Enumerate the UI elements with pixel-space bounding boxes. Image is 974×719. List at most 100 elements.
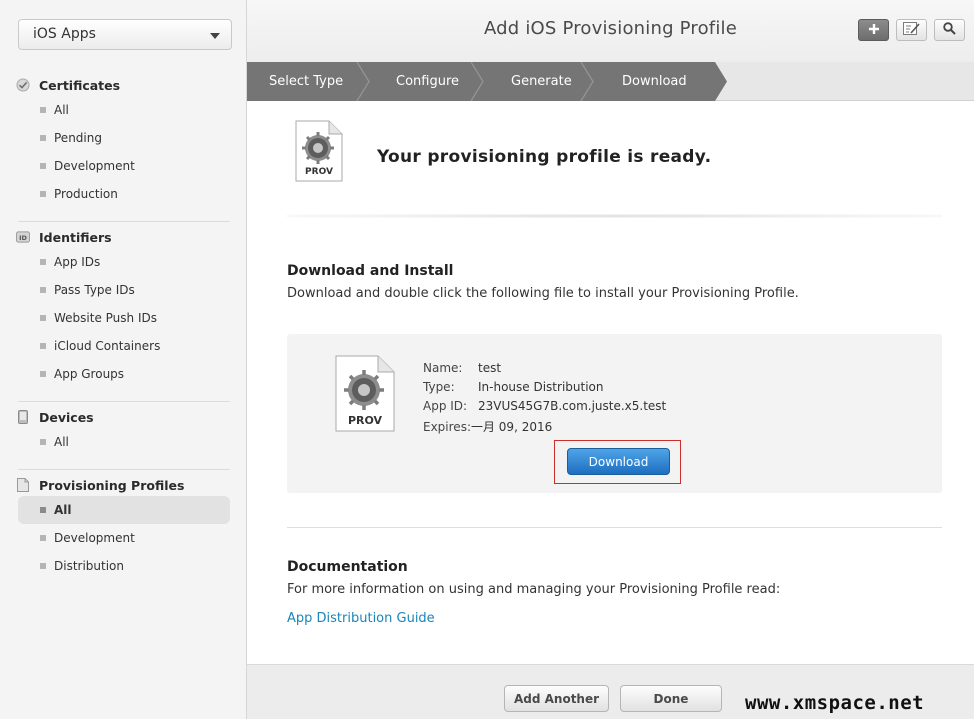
step-configure: Configure bbox=[396, 74, 460, 89]
bullet-icon bbox=[40, 135, 46, 141]
sidebar-item-label: Development bbox=[54, 531, 135, 545]
section-title: Provisioning Profiles bbox=[39, 477, 185, 493]
bullet-icon bbox=[40, 507, 46, 513]
divider bbox=[18, 401, 230, 402]
sidebar-item-profiles-all[interactable]: All bbox=[18, 496, 230, 524]
download-instructions: Download and double click the following … bbox=[287, 286, 799, 301]
watermark: www.xmspace.net bbox=[745, 692, 925, 714]
documentation-text: For more information on using and managi… bbox=[287, 582, 781, 597]
profile-appid-row: App ID: 23VUS45G7B.com.juste.x5.test bbox=[423, 399, 666, 413]
profile-name-row: Name: test bbox=[423, 361, 501, 375]
sidebar-item-label: Pending bbox=[54, 131, 102, 145]
divider bbox=[287, 527, 942, 528]
appid-label: App ID: bbox=[423, 399, 468, 413]
sidebar-item-label: All bbox=[54, 103, 69, 117]
prov-file-label: PROV bbox=[305, 167, 333, 177]
section-devices: Devices All bbox=[16, 406, 230, 456]
profile-type-row: Type: In-house Distribution bbox=[423, 380, 603, 394]
section-header: Certificates bbox=[16, 74, 230, 96]
step-divider bbox=[580, 62, 594, 101]
sidebar-item-app-ids[interactable]: App IDs bbox=[16, 248, 230, 276]
profile-expires: 一月 09, 2016 bbox=[470, 420, 553, 434]
prov-file-icon: PROV bbox=[335, 355, 395, 432]
sidebar-item-icloud-containers[interactable]: iCloud Containers bbox=[16, 332, 230, 360]
sidebar-item-devices-all[interactable]: All bbox=[16, 428, 230, 456]
prov-file-icon: PROV bbox=[295, 120, 343, 182]
sidebar-item-production[interactable]: Production bbox=[16, 180, 230, 208]
prov-file-label: PROV bbox=[347, 414, 383, 427]
sidebar-item-certificates-all[interactable]: All bbox=[16, 96, 230, 124]
edit-icon bbox=[902, 22, 921, 38]
add-button[interactable] bbox=[858, 19, 889, 41]
type-label: Type: bbox=[423, 380, 455, 394]
step-divider bbox=[470, 62, 484, 101]
bullet-icon bbox=[40, 563, 46, 569]
sidebar-item-label: App Groups bbox=[54, 367, 125, 381]
bullet-icon bbox=[40, 315, 46, 321]
sidebar-item-website-push-ids[interactable]: Website Push IDs bbox=[16, 304, 230, 332]
bullet-icon bbox=[40, 107, 46, 113]
section-header: Provisioning Profiles bbox=[16, 474, 230, 496]
sidebar-item-label: Development bbox=[54, 159, 135, 173]
svg-text:ID: ID bbox=[19, 234, 27, 242]
bullet-icon bbox=[40, 191, 46, 197]
id-badge-icon: ID bbox=[16, 230, 30, 244]
step-indicator: Select Type Configure Generate Download bbox=[247, 62, 974, 101]
bullet-icon bbox=[40, 439, 46, 445]
sidebar-item-label: App IDs bbox=[54, 255, 101, 269]
page-header: Add iOS Provisioning Profile bbox=[247, 0, 974, 62]
bullet-icon bbox=[40, 371, 46, 377]
section-title: Identifiers bbox=[39, 229, 112, 245]
search-button[interactable] bbox=[934, 19, 965, 41]
documentation-heading: Documentation bbox=[287, 559, 408, 575]
search-icon bbox=[943, 22, 956, 38]
sidebar-item-profiles-development[interactable]: Development bbox=[16, 524, 230, 552]
sidebar: iOS Apps Certificates All Pending Develo… bbox=[0, 0, 247, 719]
chevron-down-icon bbox=[210, 33, 220, 39]
sidebar-item-pending[interactable]: Pending bbox=[16, 124, 230, 152]
sidebar-item-distribution[interactable]: Distribution bbox=[16, 552, 230, 580]
section-title: Devices bbox=[39, 409, 94, 425]
bullet-icon bbox=[40, 163, 46, 169]
ready-heading: Your provisioning profile is ready. bbox=[377, 147, 712, 167]
sidebar-item-label: All bbox=[54, 503, 72, 517]
bullet-icon bbox=[40, 259, 46, 265]
download-button[interactable]: Download bbox=[567, 448, 670, 475]
profile-appid: 23VUS45G7B.com.juste.x5.test bbox=[478, 399, 667, 413]
section-title: Certificates bbox=[39, 77, 121, 93]
name-label: Name: bbox=[423, 361, 463, 375]
step-download: Download bbox=[622, 74, 687, 89]
section-header: ID Identifiers bbox=[16, 226, 230, 248]
sidebar-item-app-groups[interactable]: App Groups bbox=[16, 360, 230, 388]
profile-expires-row: Expires:一月 09, 2016 bbox=[423, 418, 552, 435]
document-icon bbox=[16, 478, 30, 492]
bullet-icon bbox=[40, 343, 46, 349]
certificate-check-icon bbox=[16, 78, 30, 92]
step-generate: Generate bbox=[511, 74, 572, 89]
step-divider bbox=[356, 62, 370, 101]
section-header: Devices bbox=[16, 406, 230, 428]
profile-name: test bbox=[478, 361, 502, 375]
app-distribution-guide-link[interactable]: App Distribution Guide bbox=[287, 611, 435, 626]
main-content: PROV Your provisioning profile is ready.… bbox=[247, 101, 974, 664]
sidebar-item-label: Distribution bbox=[54, 559, 125, 573]
step-select-type: Select Type bbox=[269, 74, 344, 89]
download-heading: Download and Install bbox=[287, 263, 454, 279]
sidebar-item-pass-type-ids[interactable]: Pass Type IDs bbox=[16, 276, 230, 304]
platform-select-value: iOS Apps bbox=[33, 26, 96, 42]
add-another-button[interactable]: Add Another bbox=[504, 685, 609, 712]
divider bbox=[18, 221, 230, 222]
bullet-icon bbox=[40, 535, 46, 541]
platform-select[interactable]: iOS Apps bbox=[18, 19, 232, 50]
bullet-icon bbox=[40, 287, 46, 293]
sidebar-item-label: All bbox=[54, 435, 69, 449]
sidebar-item-certificates-development[interactable]: Development bbox=[16, 152, 230, 180]
profile-card: PROV Name: test Type: In-house Distributio… bbox=[287, 334, 942, 493]
edit-button[interactable] bbox=[896, 19, 927, 41]
expires-label: Expires: bbox=[423, 420, 471, 434]
sidebar-item-label: Production bbox=[54, 187, 118, 201]
sidebar-item-label: iCloud Containers bbox=[54, 339, 161, 353]
section-provisioning-profiles: Provisioning Profiles All Development Di… bbox=[16, 474, 230, 580]
done-button[interactable]: Done bbox=[620, 685, 722, 712]
add-icon bbox=[868, 23, 880, 38]
